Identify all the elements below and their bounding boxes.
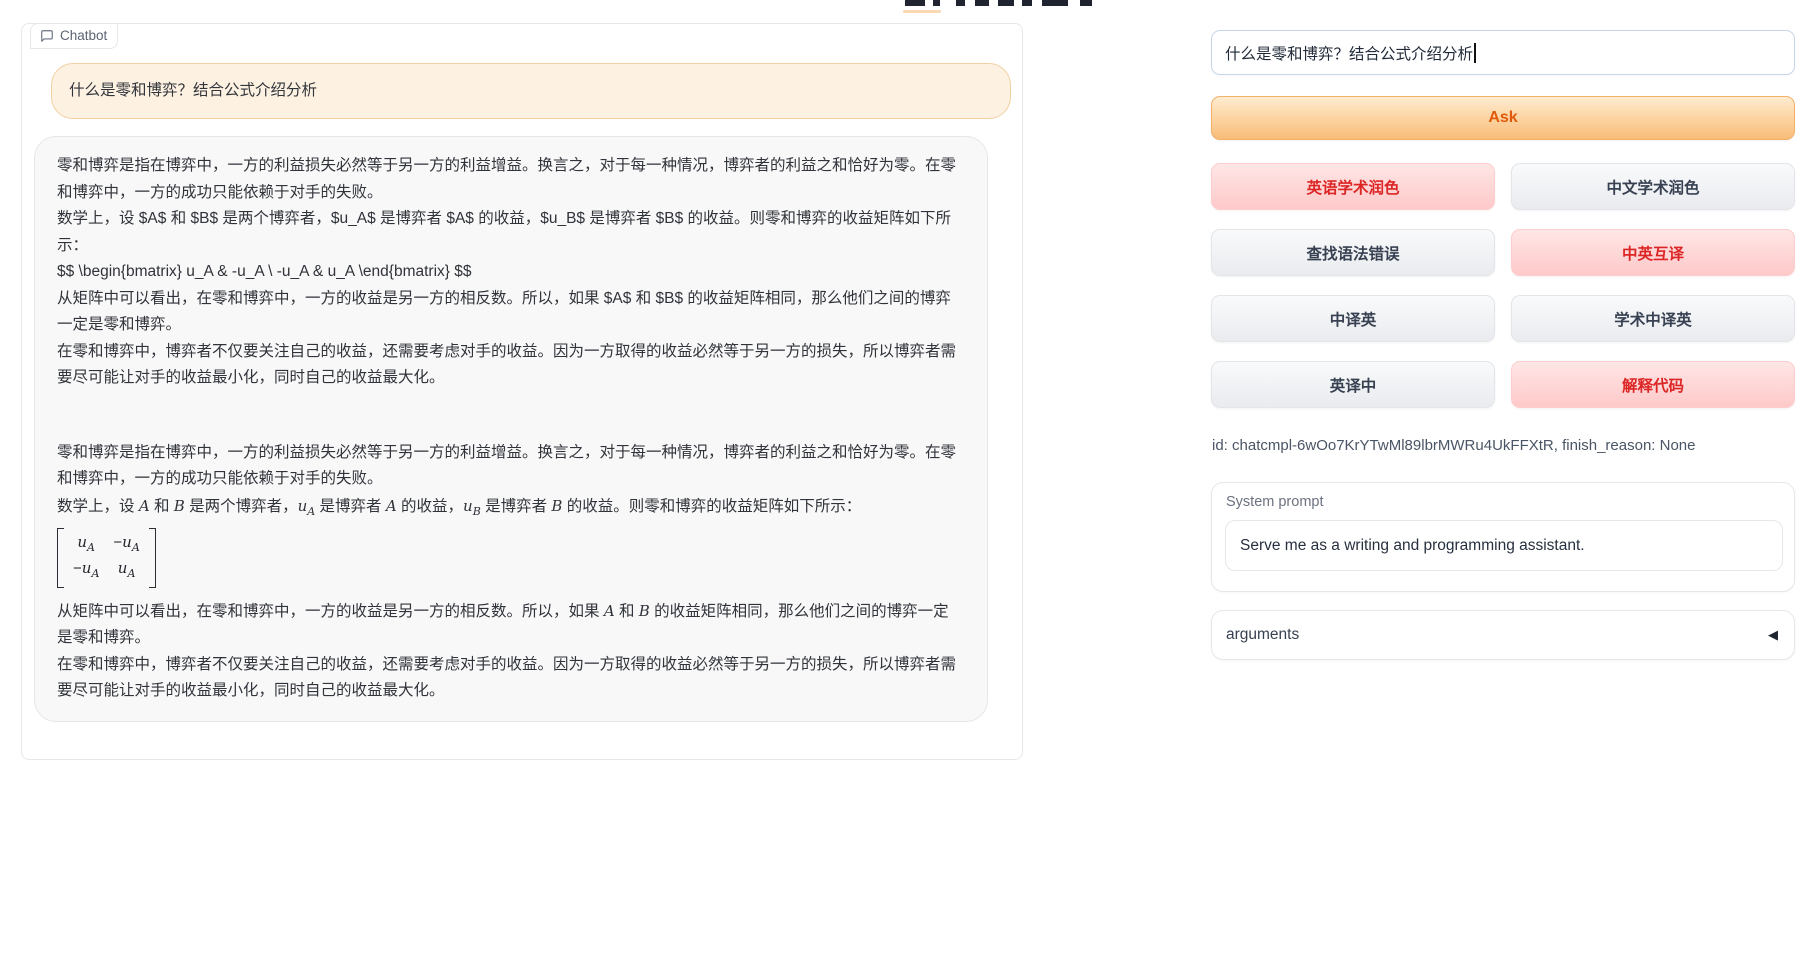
quick-button[interactable]: 英语学术润色 [1211, 163, 1495, 210]
chatbot-label: Chatbot [30, 23, 118, 49]
chatbot-panel: Chatbot 什么是零和博弈？结合公式介绍分析 零和博弈是指在博弈中，一方的利… [21, 23, 1023, 760]
app-page: Chatbot 什么是零和博弈？结合公式介绍分析 零和博弈是指在博弈中，一方的利… [0, 0, 1814, 961]
title-glyph-fragment [975, 0, 989, 6]
title-glyph-fragment [998, 0, 1014, 6]
chat-bubble-icon [40, 29, 54, 43]
quick-button[interactable]: 中英互译 [1511, 229, 1795, 276]
system-prompt-panel: System prompt Serve me as a writing and … [1211, 482, 1795, 592]
title-glyph-fragment [1042, 0, 1068, 6]
bot-message-bubble: 零和博弈是指在博弈中，一方的利益损失必然等于另一方的利益增益。换言之，对于每一种… [34, 136, 988, 722]
quick-button-grid: 英语学术润色中文学术润色查找语法错误中英互译中译英学术中译英英译中解释代码 [1211, 163, 1795, 408]
status-line: id: chatcmpl-6wOo7KrYTwMl89lbrMWRu4UkFFX… [1212, 437, 1696, 454]
title-glyph-fragment [1022, 0, 1032, 6]
arguments-accordion-label: arguments [1226, 626, 1299, 644]
message-block-gap [57, 392, 961, 440]
title-glyph-fragment [933, 0, 940, 6]
text-caret [1474, 43, 1476, 63]
quick-button[interactable]: 英译中 [1211, 361, 1495, 408]
question-input-value: 什么是零和博弈？结合公式介绍分析 [1225, 42, 1473, 64]
chatbot-label-text: Chatbot [60, 28, 107, 43]
arguments-accordion-header[interactable]: arguments ◀ [1211, 610, 1795, 660]
accordion-collapsed-arrow-icon: ◀ [1768, 627, 1778, 643]
title-glyph-fragment [905, 0, 925, 6]
system-prompt-label: System prompt [1226, 494, 1324, 510]
bot-message-raw: 零和博弈是指在博弈中，一方的利益损失必然等于另一方的利益增益。换言之，对于每一种… [57, 153, 961, 392]
title-glyph-fragment [956, 0, 965, 6]
title-underline-fragment [903, 10, 941, 13]
title-glyph-fragment [1080, 0, 1092, 6]
quick-button[interactable]: 中译英 [1211, 295, 1495, 342]
user-message-bubble: 什么是零和博弈？结合公式介绍分析 [51, 63, 1011, 119]
quick-button[interactable]: 查找语法错误 [1211, 229, 1495, 276]
question-input[interactable]: 什么是零和博弈？结合公式介绍分析 [1211, 30, 1795, 75]
system-prompt-value: Serve me as a writing and programming as… [1240, 537, 1585, 555]
bot-message-rendered: 零和博弈是指在博弈中，一方的利益损失必然等于另一方的利益增益。换言之，对于每一种… [57, 440, 961, 705]
quick-button[interactable]: 中文学术润色 [1511, 163, 1795, 210]
ask-button[interactable]: Ask [1211, 96, 1795, 140]
quick-button[interactable]: 解释代码 [1511, 361, 1795, 408]
user-message-text: 什么是零和博弈？结合公式介绍分析 [69, 82, 317, 99]
system-prompt-input[interactable]: Serve me as a writing and programming as… [1225, 520, 1783, 571]
payoff-matrix: uA−uA−uAuA [57, 528, 156, 588]
quick-button[interactable]: 学术中译英 [1511, 295, 1795, 342]
